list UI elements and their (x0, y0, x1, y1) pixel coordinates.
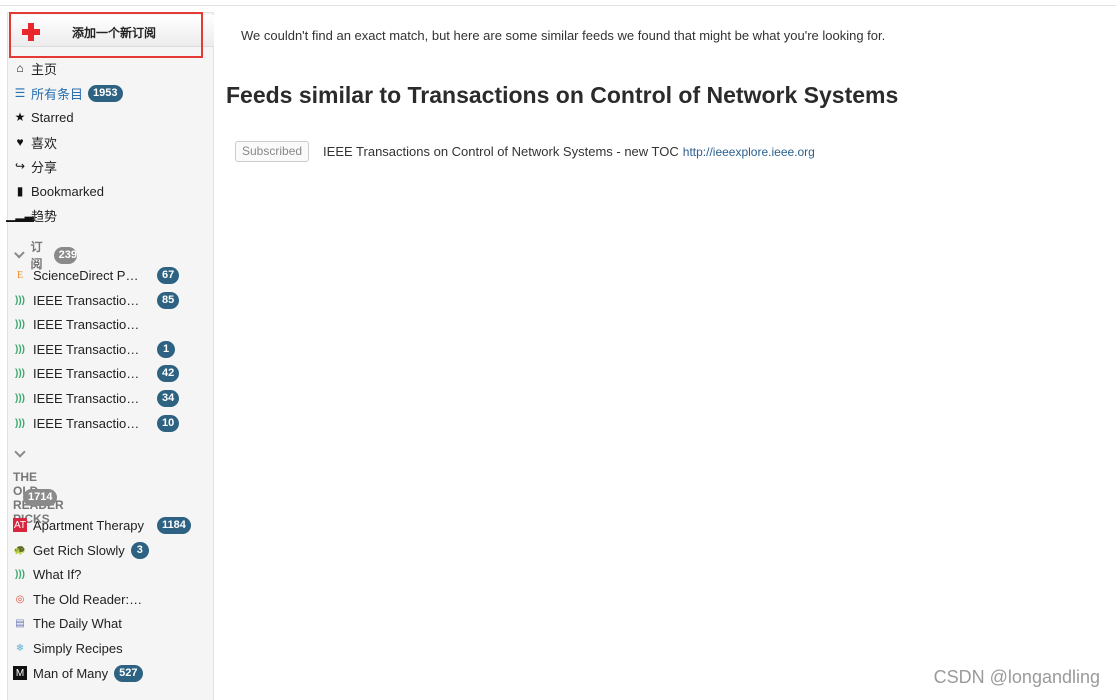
result-title: IEEE Transactions on Control of Network … (323, 144, 679, 159)
feed-unread-badge: 10 (157, 414, 180, 432)
apartment-therapy-icon: AT (13, 518, 27, 532)
feed-title: What If? (33, 566, 82, 582)
subscriptions-count-badge: 239 (53, 246, 78, 264)
rss-icon: ))) (15, 392, 25, 404)
feed-title: IEEE Transactions on Cybernetics (33, 341, 145, 357)
feed-item[interactable]: ◎ The Old Reader: Blog (13, 589, 203, 609)
simply-recipes-icon: ❄ (15, 642, 25, 654)
rss-icon: ))) (15, 568, 25, 580)
feed-unread-badge: 42 (157, 364, 180, 382)
feed-item[interactable]: M Man of Many 527 (13, 663, 203, 683)
nav-label: 分享 (31, 159, 58, 175)
feed-unread-badge: 85 (157, 291, 180, 309)
feed-item[interactable]: ))) IEEE Transactions on Industrial Elec… (13, 413, 203, 433)
feed-title: Man of Many (33, 665, 109, 681)
feed-title: Get Rich Slowly (33, 542, 125, 558)
rss-icon: ))) (15, 417, 25, 429)
feed-title: The Old Reader: Blog (33, 591, 145, 607)
feed-title: IEEE Transactions on Industrial Electron… (33, 415, 145, 431)
feed-title: IEEE Transactions on Control of Network … (33, 316, 145, 332)
home-icon: ⌂ (16, 61, 24, 75)
subscribed-button[interactable]: Subscribed (235, 141, 310, 162)
man-of-many-icon: M (13, 666, 27, 680)
result-url-link[interactable]: http://ieeexplore.ieee.org (683, 145, 815, 159)
nav-item-starred[interactable]: ★ Starred (13, 107, 74, 127)
picks-collapse-toggle[interactable] (13, 446, 32, 460)
rss-icon: ))) (15, 294, 25, 306)
chevron-down-icon (14, 247, 25, 259)
feed-unread-badge: 1 (157, 340, 175, 358)
nav-label: Bookmarked (31, 183, 104, 199)
watermark: CSDN @longandling (933, 667, 1100, 687)
feed-item[interactable]: ))) IEEE Transactions on Automatic Contr… (13, 290, 203, 310)
feed-unread-badge: 527 (114, 664, 143, 682)
feed-item[interactable]: ))) What If? (13, 564, 203, 584)
feed-item[interactable]: ))) IEEE Transactions on Signal Processi… (13, 363, 203, 383)
nav-label: Starred (31, 109, 74, 125)
feed-item[interactable]: E ScienceDirect Publication 67 (13, 265, 203, 285)
result-row: Subscribed IEEE Transactions on Control … (235, 141, 815, 162)
feed-unread-badge: 67 (157, 266, 180, 284)
no-match-notice: We couldn't find an exact match, but her… (241, 28, 886, 43)
elsevier-icon: E (16, 269, 24, 281)
nav-label: 喜欢 (31, 135, 58, 151)
plus-icon (22, 23, 40, 41)
feed-item[interactable]: ))) IEEE Transactions on Control of Netw… (13, 314, 203, 334)
nav-item-all-items[interactable]: ☰ 所有条目 1953 (13, 83, 123, 103)
nav-item-shared[interactable]: ↪ 分享 (13, 156, 57, 176)
feed-title: IEEE Transactions on Neural Networks (33, 390, 145, 406)
feed-title: IEEE Transactions on Automatic Control (33, 292, 145, 308)
feed-title: Simply Recipes (33, 640, 123, 656)
picks-count: 1714 (13, 489, 58, 506)
feed-item[interactable]: ))) IEEE Transactions on Cybernetics 1 (13, 339, 203, 359)
add-subscription-label: 添加一个新订阅 (72, 26, 157, 40)
rss-icon: ))) (15, 367, 25, 379)
feed-item[interactable]: ▤ The Daily What (13, 613, 203, 633)
share-icon: ↪ (14, 159, 26, 173)
feed-unread-badge: 1184 (157, 516, 191, 534)
daily-what-icon: ▤ (15, 617, 25, 629)
heart-icon: ♥ (16, 135, 24, 149)
get-rich-slowly-icon: 🐢 (13, 544, 27, 556)
list-icon: ☰ (14, 86, 26, 100)
feed-item[interactable]: ❄ Simply Recipes (13, 638, 203, 658)
feed-unread-badge: 34 (157, 389, 180, 407)
rss-icon: ))) (15, 343, 25, 355)
nav-label: 主页 (31, 61, 58, 77)
nav-item-home[interactable]: ⌂ 主页 (13, 58, 57, 78)
old-reader-icon: ◎ (15, 593, 25, 605)
feed-title: IEEE Transactions on Signal Processing (33, 365, 145, 381)
main-content: We couldn't find an exact match, but her… (226, 0, 1106, 700)
unread-count-badge: 1953 (88, 84, 123, 102)
feed-item[interactable]: 🐢 Get Rich Slowly 3 (13, 540, 203, 560)
feed-item[interactable]: ))) IEEE Transactions on Neural Networks… (13, 388, 203, 408)
picks-count-badge: 1714 (23, 489, 58, 506)
add-subscription-button[interactable]: 添加一个新订阅 (10, 15, 214, 47)
bookmark-icon: ▮ (16, 184, 24, 198)
feed-title: ScienceDirect Publication (33, 267, 145, 283)
nav-label: 趋势 (31, 208, 58, 224)
rss-icon: ))) (15, 318, 25, 330)
star-icon: ★ (14, 110, 26, 124)
feed-title: The Daily What (33, 615, 122, 631)
feed-title: Apartment Therapy (33, 517, 145, 533)
nav-item-liked[interactable]: ♥ 喜欢 (13, 132, 57, 152)
page-title: Feeds similar to Transactions on Control… (226, 82, 899, 108)
feed-item[interactable]: AT Apartment Therapy 1184 (13, 515, 203, 535)
nav-label: 所有条目 (31, 86, 84, 102)
nav-item-bookmarked[interactable]: ▮ Bookmarked (13, 181, 104, 201)
nav-item-trending[interactable]: ▁▂▃ 趋势 (6, 205, 58, 225)
feed-unread-badge: 3 (130, 541, 149, 559)
chevron-down-icon (14, 446, 26, 458)
trending-icon: ▁▂▃ (6, 208, 34, 222)
